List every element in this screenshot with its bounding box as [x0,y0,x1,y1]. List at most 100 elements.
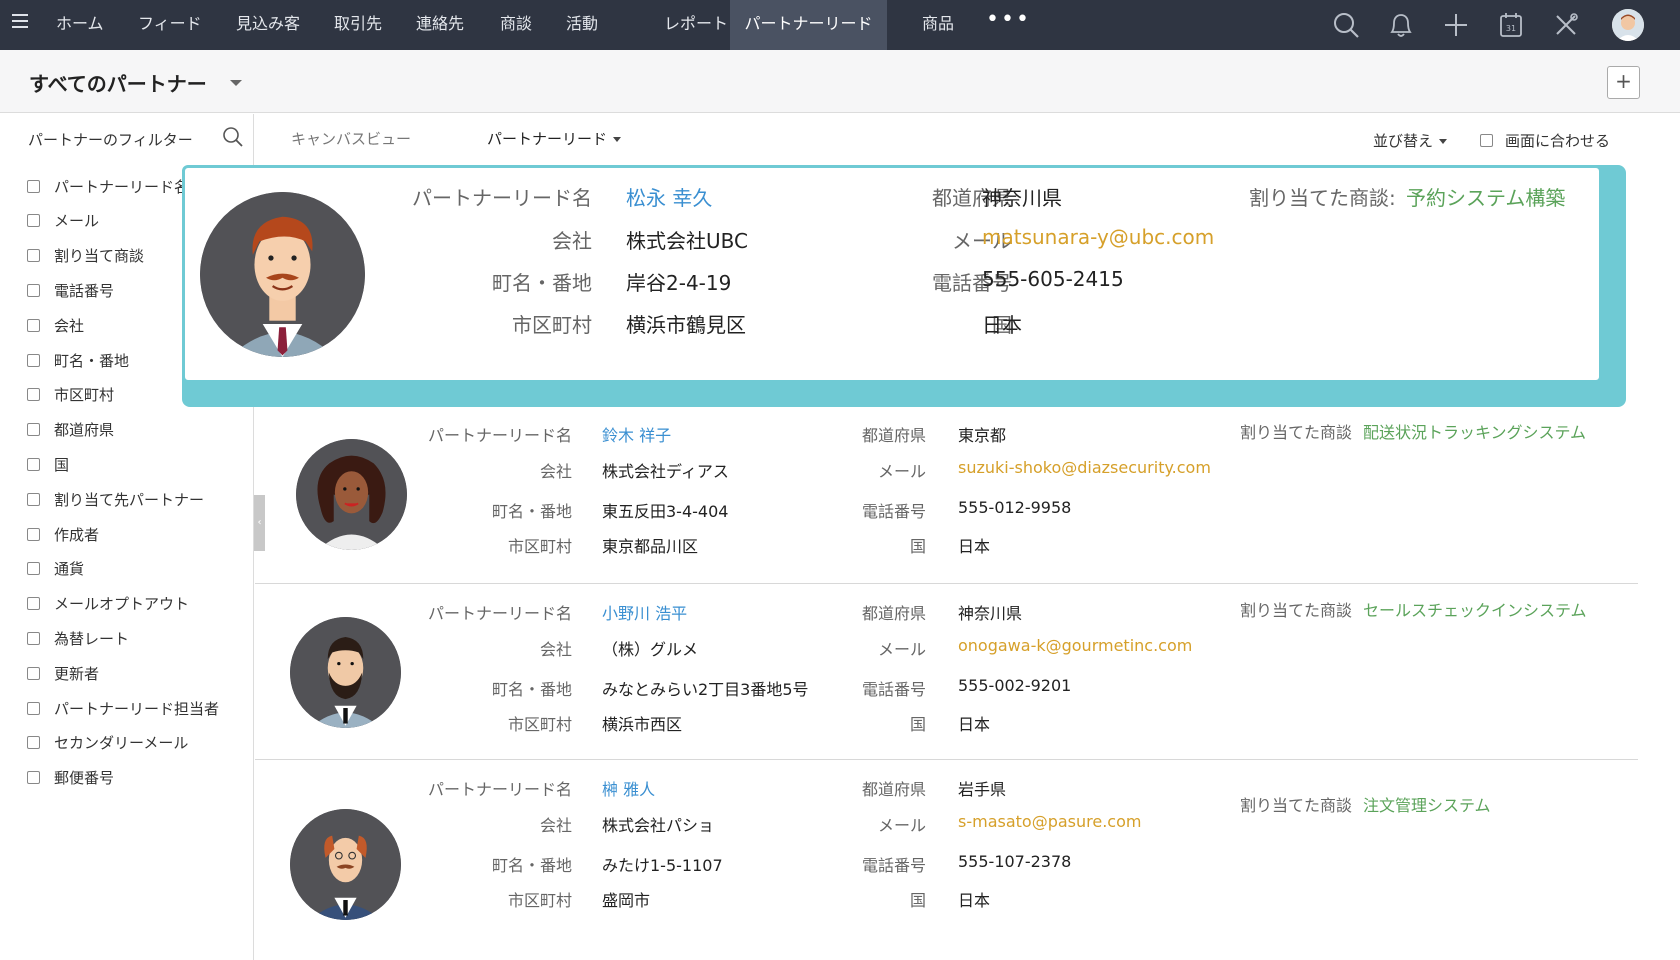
partner-record[interactable]: パートナーリード名 鈴木 祥子 会社 株式会社ディアス 町名・番地 東五反田3-4-404… [255,419,1638,556]
filter-checkbox[interactable] [27,353,40,367]
filter-checkbox[interactable] [27,179,40,193]
filter-item[interactable]: パートナーリード名 [27,175,189,197]
partner-name-link[interactable]: 榊 雅人 [602,776,655,800]
filter-checkbox[interactable] [27,492,40,506]
chevron-down-icon[interactable] [230,80,242,86]
state-value: 神奈川県 [982,186,1062,210]
sort-dropdown[interactable]: 並び替え [1373,130,1448,151]
nav-tab-leads[interactable]: 見込み客 [236,0,300,50]
filter-item[interactable]: 市区町村 [27,384,114,406]
partner-name-link[interactable]: 鈴木 祥子 [602,422,671,446]
user-avatar[interactable] [1612,9,1644,41]
module-select[interactable]: パートナーリード [487,128,622,149]
filter-checkbox[interactable] [27,457,40,471]
filter-checkbox[interactable] [27,666,40,680]
filter-label: 更新者 [54,664,100,683]
filter-checkbox[interactable] [27,249,40,263]
deal-link[interactable]: 注文管理システム [1363,792,1491,816]
nav-tab-products[interactable]: 商品 [922,0,954,50]
filter-checkbox[interactable] [27,597,40,611]
filter-checkbox[interactable] [27,283,40,297]
street-value: みなとみらい2丁目3番地5号 [602,680,809,699]
filter-checkbox[interactable] [27,701,40,715]
email-link[interactable]: s-masato@pasure.com [958,812,1141,831]
deal-link[interactable]: 予約システム構築 [1406,182,1565,211]
calendar-icon[interactable]: 31 [1496,10,1526,40]
filter-item[interactable]: 郵便番号 [27,767,114,789]
filter-item[interactable]: 電話番号 [27,279,114,301]
fit-to-screen-toggle[interactable]: 画面に合わせる [1480,130,1610,151]
fit-to-screen-checkbox[interactable] [1480,134,1493,147]
field-label: 割り当てた商談 [1240,796,1353,815]
deal-link[interactable]: 配送状況トラッキングシステム [1363,419,1586,443]
plus-icon[interactable] [1441,10,1471,40]
filter-label: 町名・番地 [54,351,130,370]
row-divider [255,759,1638,760]
nav-tab-partner-leads[interactable]: パートナーリード [730,0,887,50]
search-icon[interactable] [222,126,244,148]
filter-item[interactable]: メールオプトアウト [27,593,189,615]
nav-tab-home[interactable]: ホーム [56,0,104,50]
email-link[interactable]: suzuki-shoko@diazsecurity.com [958,458,1211,477]
filter-item[interactable]: パートナーリード担当者 [27,697,219,719]
nav-tab-contacts[interactable]: 連絡先 [416,0,464,50]
view-title[interactable]: すべてのパートナー [29,68,207,97]
filter-checkbox[interactable] [27,318,40,332]
nav-tab-reports[interactable]: レポート [664,0,728,50]
filter-item[interactable]: セカンダリーメール [27,732,188,754]
email-link[interactable]: matsunara-y@ubc.com [982,225,1214,249]
filter-label: メールオプトアウト [54,595,190,614]
partner-name-link[interactable]: 松永 幸久 [626,182,712,211]
country-value: 日本 [958,537,991,556]
filter-label: 市区町村 [54,386,115,405]
add-partner-button[interactable]: + [1607,66,1640,99]
filter-checkbox[interactable] [27,736,40,750]
filter-item[interactable]: 作成者 [27,523,99,545]
canvas-view-link[interactable]: キャンバスビュー [291,128,411,149]
partner-record[interactable]: パートナーリード名 小野川 浩平 会社 （株）グルメ 町名・番地 みなとみらい2丁目3番地… [255,597,1638,734]
nav-tab-feed[interactable]: フィード [138,0,202,50]
filter-checkbox[interactable] [27,631,40,645]
filter-checkbox[interactable] [27,562,40,576]
state-value: 神奈川県 [958,604,1023,623]
bell-icon[interactable] [1386,10,1416,40]
menu-icon[interactable] [12,14,28,28]
nav-more-button[interactable]: ••• [986,0,1031,50]
filter-checkbox[interactable] [27,388,40,402]
email-link[interactable]: onogawa-k@gourmetinc.com [958,636,1192,655]
filter-item[interactable]: 会社 [27,314,84,336]
field-label: 町名・番地 [492,271,592,295]
filter-item[interactable]: 国 [27,453,69,475]
filter-item[interactable]: 都道府県 [27,419,114,441]
filter-label: 割り当て商談 [54,247,145,266]
nav-tab-deals[interactable]: 商談 [500,0,532,50]
phone-value: 555-107-2378 [958,852,1072,871]
nav-tab-accounts[interactable]: 取引先 [334,0,382,50]
filter-item[interactable]: 町名・番地 [27,349,129,371]
search-icon[interactable] [1331,10,1361,40]
filter-checkbox[interactable] [27,771,40,785]
filter-item[interactable]: メール [27,210,99,232]
field-label: パートナーリード名 [427,780,572,799]
filter-item[interactable]: 通貨 [27,558,84,580]
field-label: 都道府県 [861,780,926,799]
filter-item[interactable]: 割り当て商談 [27,245,144,267]
partner-card-highlighted[interactable]: パートナーリード名 松永 幸久 会社 株式会社UBC 町名・番地 岸谷2-4-19 市区町村… [182,165,1626,407]
city-value: 横浜市鶴見区 [626,313,746,337]
partner-name-link[interactable]: 小野川 浩平 [602,600,687,624]
partner-record[interactable]: パートナーリード名 榊 雅人 会社 株式会社パショ 町名・番地 みたけ1-5-1107 市区… [255,776,1638,920]
field-label: 国 [909,537,926,556]
filter-checkbox[interactable] [27,423,40,437]
tools-icon[interactable] [1551,10,1581,40]
nav-tab-activities[interactable]: 活動 [566,0,598,50]
filter-label: 国 [54,455,70,474]
field-label: 国 [909,715,926,734]
filter-checkbox[interactable] [27,214,40,228]
filter-item[interactable]: 更新者 [27,662,99,684]
filter-label: 郵便番号 [54,769,115,788]
filter-item[interactable]: 割り当て先パートナー [27,488,204,510]
filter-checkbox[interactable] [27,527,40,541]
deal-link[interactable]: セールスチェックインシステム [1363,597,1587,621]
field-label: 割り当てた商談: [1249,186,1396,210]
filter-item[interactable]: 為替レート [27,627,129,649]
